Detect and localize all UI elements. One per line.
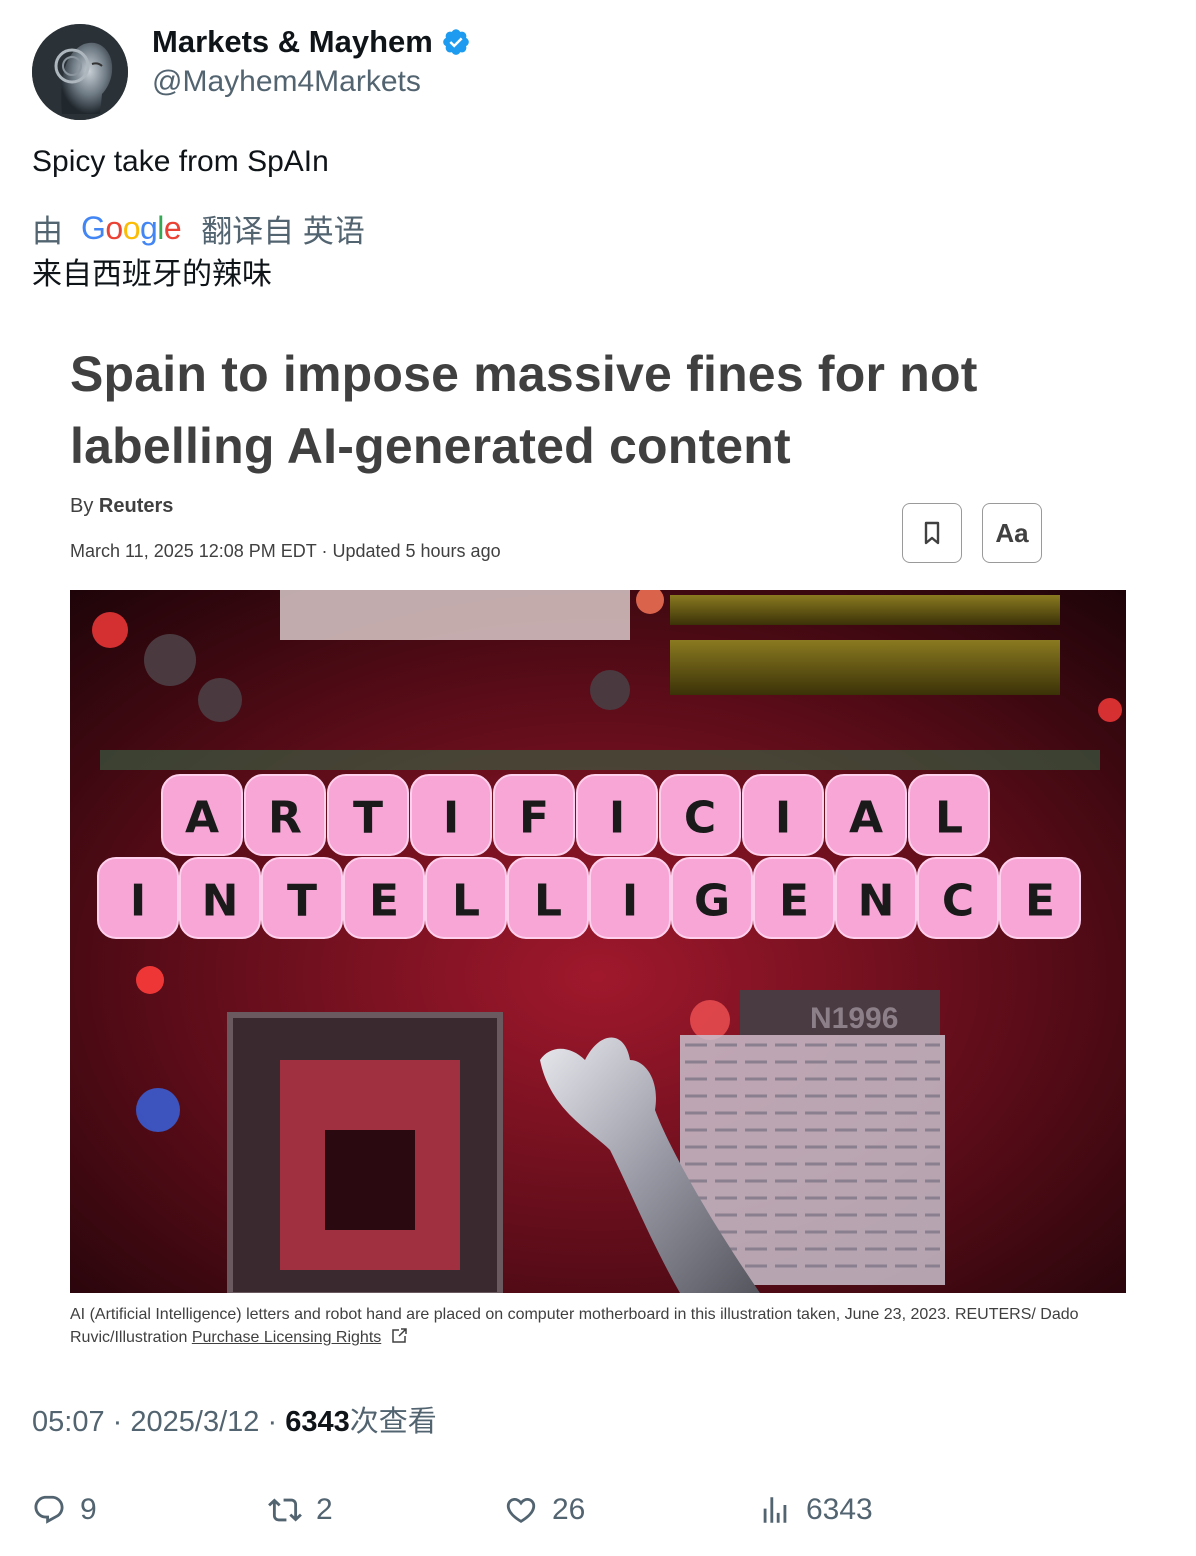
- external-link-icon: [391, 1328, 407, 1343]
- translation-source-language: 翻译自 英语: [201, 213, 365, 249]
- motherboard-illustration: ARTIFICIAL INTELLIGENCE N1996: [70, 590, 1126, 1293]
- tweet-meta: 05:07 · 2025/3/12 · 6343次查看: [32, 1402, 437, 1442]
- letter-block-char: E: [779, 876, 809, 927]
- display-name[interactable]: Markets & Mayhem: [152, 22, 471, 62]
- bookmark-icon: [924, 521, 940, 545]
- letter-block-char: E: [369, 876, 399, 927]
- repost-button[interactable]: 2: [268, 1488, 333, 1532]
- reply-button[interactable]: 9: [32, 1488, 97, 1532]
- letter-block-char: I: [443, 793, 459, 844]
- letter-block-char: L: [935, 793, 963, 844]
- meta-separator: ·: [267, 1406, 278, 1438]
- article-dateline: March 11, 2025 12:08 PM EDT · Updated 5 …: [70, 541, 501, 561]
- letter-block-char: A: [849, 793, 883, 844]
- letter-block-char: T: [287, 876, 317, 927]
- letter-block-char: G: [694, 876, 730, 927]
- letter-block-char: R: [268, 793, 302, 844]
- letter-block-char: C: [684, 793, 716, 844]
- tweet-text: Spicy take from SpAIn: [32, 145, 329, 178]
- article-card[interactable]: Spain to impose massive fines for not la…: [32, 320, 1164, 1360]
- reply-icon: [34, 1495, 64, 1524]
- letter-block-char: A: [185, 793, 219, 844]
- views-action-count: 6343: [806, 1493, 873, 1526]
- font-size-button[interactable]: Aa: [982, 503, 1042, 563]
- letter-block-char: I: [609, 793, 625, 844]
- verified-icon: [443, 29, 469, 55]
- avatar[interactable]: [32, 24, 128, 120]
- display-name-text: Markets & Mayhem: [152, 24, 433, 59]
- letter-block-char: L: [452, 876, 480, 927]
- bookmark-button[interactable]: [902, 503, 962, 563]
- letter-block-char: N: [858, 876, 895, 927]
- photo-caption: AI (Artificial Intelligence) letters and…: [70, 1303, 1126, 1349]
- like-icon: [506, 1497, 536, 1523]
- translated-text: 来自西班牙的辣味: [32, 258, 272, 291]
- handle[interactable]: @Mayhem4Markets: [152, 62, 421, 102]
- avatar-robot-image: [32, 24, 128, 120]
- tweet-time[interactable]: 05:07: [32, 1406, 105, 1438]
- article-byline: By Reuters: [70, 495, 173, 518]
- google-logo: Google: [81, 209, 182, 246]
- letter-block-char: I: [775, 793, 791, 844]
- article-photo[interactable]: ARTIFICIAL INTELLIGENCE N1996: [70, 590, 1126, 1293]
- tweet-date[interactable]: 2025/3/12: [130, 1406, 259, 1438]
- like-count: 26: [552, 1493, 586, 1526]
- byline-prefix: By: [70, 495, 94, 517]
- like-button[interactable]: 26: [504, 1488, 585, 1532]
- views-icon: [763, 1497, 787, 1523]
- translation-attribution[interactable]: 由 Google 翻译自 英语: [32, 206, 365, 250]
- letter-block-char: I: [130, 876, 146, 927]
- letter-block-char: T: [353, 793, 383, 844]
- view-count-label: 次查看: [349, 1406, 437, 1438]
- letter-block-char: C: [942, 876, 974, 927]
- letter-block-char: N: [202, 876, 239, 927]
- letter-block-char: I: [622, 876, 638, 927]
- repost-icon: [268, 1498, 302, 1522]
- byline-source: Reuters: [98, 495, 174, 517]
- meta-separator: ·: [112, 1406, 123, 1438]
- views-button[interactable]: 6343: [758, 1488, 873, 1532]
- purchase-licensing-link[interactable]: Purchase Licensing Rights: [192, 1329, 381, 1346]
- reply-count: 9: [80, 1493, 97, 1526]
- letter-block-char: F: [519, 793, 549, 844]
- repost-count: 2: [316, 1493, 333, 1526]
- letter-block-char: E: [1025, 876, 1055, 927]
- letter-block-char: L: [534, 876, 562, 927]
- translation-by: 由: [32, 213, 63, 249]
- view-count: 6343: [285, 1406, 350, 1438]
- chip-label: N1996: [810, 1002, 898, 1035]
- article-headline: Spain to impose massive fines for not la…: [70, 346, 978, 474]
